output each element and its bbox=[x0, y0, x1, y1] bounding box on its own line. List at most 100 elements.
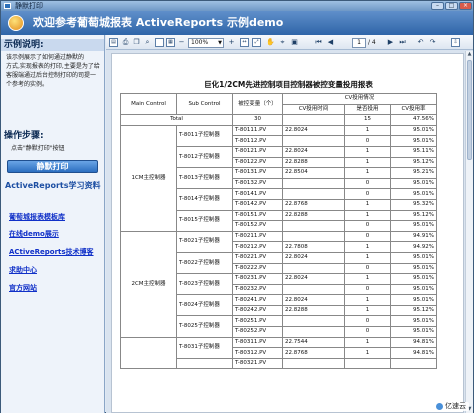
link-help-center[interactable]: 求助中心 bbox=[9, 266, 37, 275]
table-row: 1CM主控制器 T-8011子控制器 T-80111.PV 22.8024 1 95.01… bbox=[120, 124, 438, 232]
first-page-icon[interactable]: ⏮ bbox=[314, 38, 323, 47]
variable-cell: T-80151.PV bbox=[232, 209, 283, 222]
scroll-thumb[interactable] bbox=[467, 60, 472, 160]
page-number-input[interactable]: 1 bbox=[352, 38, 366, 48]
maximize-icon[interactable]: □ bbox=[445, 2, 458, 10]
export-icon[interactable]: ⇩ bbox=[451, 38, 460, 47]
close-icon[interactable]: × bbox=[459, 2, 472, 10]
cv-used-cell bbox=[344, 357, 391, 370]
variable-cell: T-80231.PV bbox=[232, 273, 283, 285]
cv-time-cell: 22.8024 bbox=[282, 251, 345, 264]
viewer-toolbar: ▤ ⎙ ❐ ⌕ ▦ − 100% ▼ + ↔ ⤢ ✋ ⌖ ▣ ⏮ ◀ 1 / 4 … bbox=[106, 35, 473, 50]
back-icon[interactable]: ↶ bbox=[416, 38, 425, 47]
sidebar-toggle-icon[interactable]: ▤ bbox=[109, 38, 118, 47]
silent-print-button[interactable]: 静默打印 bbox=[7, 160, 98, 173]
link-official-site[interactable]: 官方网站 bbox=[9, 284, 37, 293]
total-row: Total 30 15 47.56% bbox=[120, 114, 438, 126]
cv-rate-cell: 95.01% bbox=[389, 262, 438, 275]
sub-control-cell: T-8012子控制器 bbox=[176, 145, 233, 169]
copy-icon[interactable]: ❐ bbox=[132, 38, 141, 47]
cv-rate-cell: 95.01% bbox=[389, 283, 438, 296]
report-viewer: ▤ ⎙ ❐ ⌕ ▦ − 100% ▼ + ↔ ⤢ ✋ ⌖ ▣ ⏮ ◀ 1 / 4 … bbox=[106, 35, 473, 413]
watermark-logo-icon bbox=[436, 402, 443, 410]
report-page: 巨化1/2CM先进控制项目控制器被控变量投用报表 Main Control Su… bbox=[111, 53, 464, 413]
cv-rate-cell: 95.12% bbox=[389, 156, 438, 169]
cv-used-cell: 0 bbox=[344, 283, 391, 296]
cv-time-cell: 22.7544 bbox=[282, 336, 345, 349]
minimize-icon[interactable]: – bbox=[431, 2, 444, 10]
fit-page-icon[interactable]: ⤢ bbox=[252, 38, 261, 47]
sub-control-cell: T-8024子控制器 bbox=[176, 294, 233, 317]
cv-time-cell bbox=[282, 135, 345, 147]
cv-rate-cell: 95.01% bbox=[389, 188, 438, 200]
scroll-up-icon[interactable]: ▲ bbox=[466, 51, 473, 58]
cv-used-cell: 1 bbox=[344, 304, 391, 317]
select-tool-icon[interactable]: ⌖ bbox=[278, 38, 287, 47]
sub-control-cell: T-8021子控制器 bbox=[176, 230, 233, 253]
cv-time-cell: 22.8768 bbox=[282, 198, 345, 211]
cv-used-cell: 0 bbox=[344, 230, 391, 243]
variable-cell: T-80241.PV bbox=[232, 294, 283, 306]
cv-rate-cell: 94.92% bbox=[389, 241, 438, 253]
hand-tool-icon[interactable]: ✋ bbox=[266, 38, 275, 47]
cv-time-cell: 22.8288 bbox=[282, 209, 345, 222]
last-page-icon[interactable]: ⏭ bbox=[398, 38, 407, 47]
cv-used-cell: 1 bbox=[344, 124, 391, 137]
sub-control-cell: T-8031子控制器 bbox=[176, 336, 233, 359]
sub-control-cell: T-8011子控制器 bbox=[176, 124, 233, 147]
cv-time-cell: 22.8024 bbox=[282, 145, 345, 158]
zoom-select[interactable]: 100% ▼ bbox=[188, 38, 224, 48]
sub-control-cell: T-8013子控制器 bbox=[176, 167, 233, 190]
zoom-in-icon[interactable]: + bbox=[227, 38, 236, 47]
single-page-icon[interactable] bbox=[155, 38, 164, 47]
cv-used-cell: 1 bbox=[344, 209, 391, 222]
fit-width-icon[interactable]: ↔ bbox=[240, 38, 249, 47]
cv-rate-cell: 95.01% bbox=[389, 124, 438, 137]
link-template-library[interactable]: 葡萄城报表模板库 bbox=[9, 213, 65, 222]
variable-cell: T-80121.PV bbox=[232, 145, 283, 158]
cv-rate-cell: 94.81% bbox=[389, 347, 438, 359]
vertical-scrollbar[interactable]: ▲ ▼ bbox=[465, 51, 473, 413]
link-tech-blog[interactable]: ACtiveReports技术博客 bbox=[9, 248, 94, 257]
prev-page-icon[interactable]: ◀ bbox=[326, 38, 335, 47]
cv-used-cell: 0 bbox=[344, 135, 391, 147]
cv-time-cell: 22.8768 bbox=[282, 347, 345, 359]
forward-icon[interactable]: ↷ bbox=[428, 38, 437, 47]
cv-rate-cell bbox=[389, 357, 438, 370]
title-bar: 静默打印 – □ × bbox=[1, 1, 473, 11]
multi-page-icon[interactable]: ▦ bbox=[166, 38, 175, 47]
step-text: 点击"静默打印"按钮 bbox=[11, 145, 65, 152]
next-page-icon[interactable]: ▶ bbox=[386, 38, 395, 47]
cv-time-cell bbox=[282, 220, 345, 232]
variable-cell: T-80132.PV bbox=[232, 177, 283, 190]
cv-time-cell bbox=[282, 283, 345, 296]
sub-control-cell: T-8023子控制器 bbox=[176, 273, 233, 296]
cv-rate-cell: 95.01% bbox=[389, 220, 438, 232]
app-icon bbox=[4, 3, 11, 9]
cv-time-cell: 22.8024 bbox=[282, 294, 345, 306]
link-online-demo[interactable]: 在线demo展示 bbox=[9, 230, 59, 239]
variable-cell: T-80111.PV bbox=[232, 124, 283, 137]
snapshot-icon[interactable]: ▣ bbox=[290, 38, 299, 47]
chevron-down-icon: ▼ bbox=[218, 40, 222, 46]
cv-time-cell: 22.8288 bbox=[282, 304, 345, 317]
cv-rate-cell: 95.11% bbox=[389, 145, 438, 158]
find-icon[interactable]: ⌕ bbox=[143, 38, 152, 47]
cv-time-cell: 22.8288 bbox=[282, 156, 345, 169]
cv-rate-cell: 95.01% bbox=[389, 273, 438, 285]
header-sub-control: Sub Control bbox=[176, 92, 233, 116]
cv-rate-cell: 95.21% bbox=[389, 167, 438, 179]
cv-used-cell: 1 bbox=[344, 241, 391, 253]
cv-used-cell: 0 bbox=[344, 188, 391, 200]
cv-time-cell bbox=[282, 188, 345, 200]
variable-cell: T-80222.PV bbox=[232, 262, 283, 275]
cv-rate-cell: 95.12% bbox=[389, 304, 438, 317]
cv-used-cell: 0 bbox=[344, 326, 391, 338]
zoom-out-icon[interactable]: − bbox=[177, 38, 186, 47]
main-control-cell: 1CM主控制器 bbox=[120, 124, 177, 232]
cv-time-cell bbox=[282, 326, 345, 338]
cv-time-cell bbox=[282, 230, 345, 243]
print-icon[interactable]: ⎙ bbox=[121, 38, 130, 47]
steps-heading: 操作步骤: bbox=[4, 131, 44, 141]
variable-cell: T-80312.PV bbox=[232, 347, 283, 359]
